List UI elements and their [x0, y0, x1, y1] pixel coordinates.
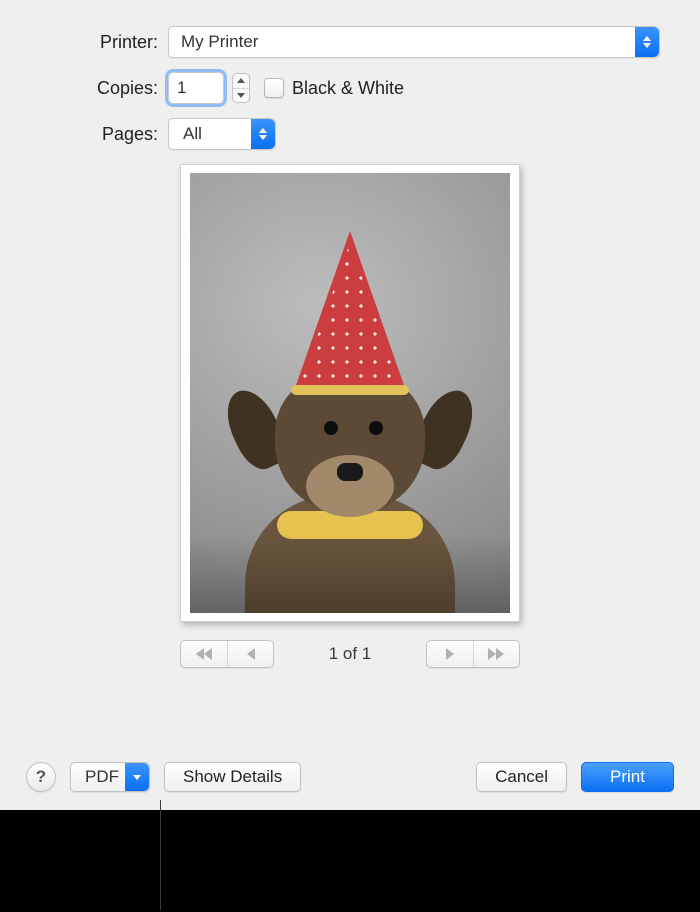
copies-input[interactable]: [168, 72, 224, 104]
double-chevron-left-icon: [196, 648, 212, 660]
help-button[interactable]: ?: [26, 762, 56, 792]
cancel-label: Cancel: [495, 767, 548, 787]
page-counter: 1 of 1: [329, 644, 372, 664]
chevron-left-icon: [247, 648, 255, 660]
chevron-down-icon: [125, 763, 149, 791]
chevron-right-icon: [446, 648, 454, 660]
pages-select-value: All: [183, 124, 202, 144]
printer-row: Printer: My Printer: [74, 26, 700, 58]
preview-image: [190, 173, 510, 613]
form-rows: Printer: My Printer Copies: Black & Whit…: [0, 26, 700, 150]
pager-prev-group: [180, 640, 274, 668]
stepper-down-icon[interactable]: [233, 89, 249, 103]
copies-stepper[interactable]: [232, 73, 250, 103]
show-details-label: Show Details: [183, 767, 282, 787]
cancel-button[interactable]: Cancel: [476, 762, 567, 792]
copies-label: Copies:: [74, 78, 158, 99]
updown-arrows-icon: [251, 119, 275, 149]
printer-select[interactable]: My Printer: [168, 26, 660, 58]
pages-row: Pages: All: [74, 118, 700, 150]
printer-select-value: My Printer: [181, 32, 258, 52]
pager-prev-button[interactable]: [227, 641, 273, 667]
pages-label: Pages:: [74, 124, 158, 145]
updown-arrows-icon: [635, 27, 659, 57]
print-label: Print: [610, 767, 645, 787]
black-white-label: Black & White: [292, 78, 404, 99]
question-mark-icon: ?: [36, 767, 46, 787]
double-chevron-right-icon: [488, 648, 504, 660]
pager-next-button[interactable]: [427, 641, 473, 667]
pager-last-button[interactable]: [473, 641, 519, 667]
bottom-bar: ? PDF Show Details Cancel Print: [0, 762, 700, 792]
pager: 1 of 1: [180, 640, 520, 668]
pdf-dropdown-label: PDF: [85, 767, 125, 787]
show-details-button[interactable]: Show Details: [164, 762, 301, 792]
preview-area: 1 of 1: [0, 164, 700, 668]
pager-next-group: [426, 640, 520, 668]
stepper-up-icon[interactable]: [233, 74, 249, 89]
copies-row: Copies: Black & White: [74, 72, 700, 104]
black-white-checkbox[interactable]: [264, 78, 284, 98]
print-button[interactable]: Print: [581, 762, 674, 792]
printer-label: Printer:: [74, 32, 158, 53]
callout-line: [160, 800, 161, 910]
preview-page: [180, 164, 520, 622]
pdf-dropdown[interactable]: PDF: [70, 762, 150, 792]
pages-select[interactable]: All: [168, 118, 276, 150]
pager-first-button[interactable]: [181, 641, 227, 667]
print-dialog: Printer: My Printer Copies: Black & Whit…: [0, 0, 700, 810]
